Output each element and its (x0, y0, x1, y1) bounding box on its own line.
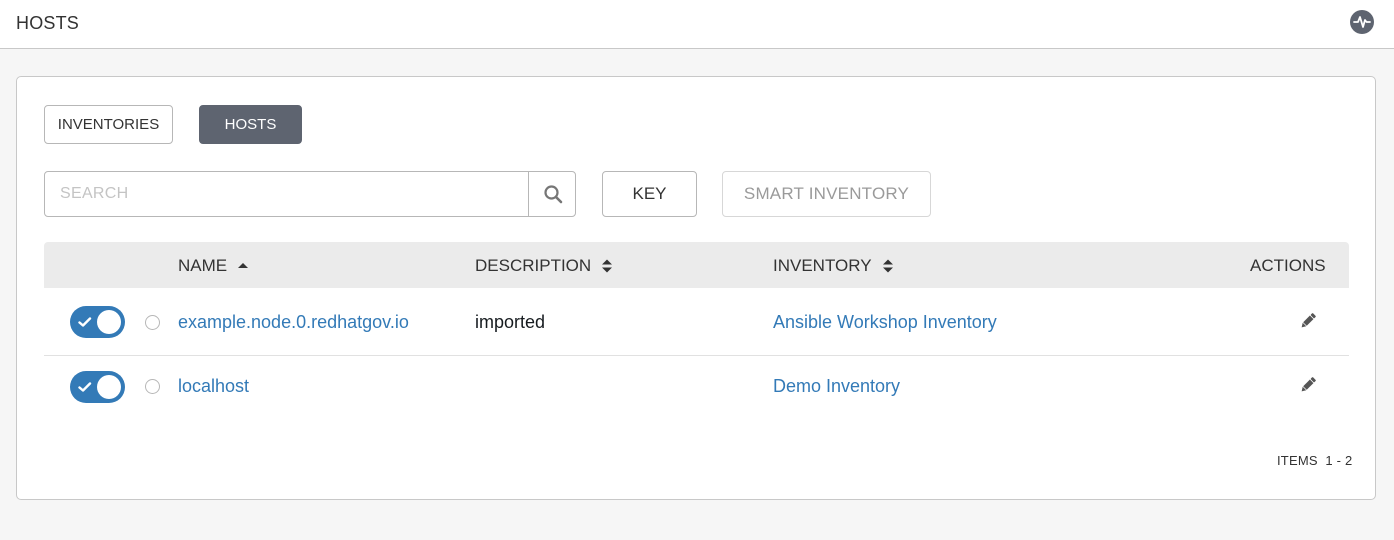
sort-icon (602, 259, 613, 273)
host-description: imported (475, 312, 546, 332)
check-icon (78, 382, 92, 392)
pagination-label: ITEMS (1277, 453, 1318, 468)
top-bar: HOSTS (0, 0, 1394, 49)
check-icon (78, 317, 92, 327)
host-inventory-link[interactable]: Demo Inventory (773, 376, 900, 397)
smart-inventory-button[interactable]: SMART INVENTORY (722, 171, 931, 217)
table-row: localhost Demo Inventory (44, 356, 1349, 418)
column-header-inventory-label: INVENTORY (773, 256, 872, 275)
hosts-panel: INVENTORIES HOSTS KEY SMART INVENTORY NA… (16, 76, 1376, 500)
search-button[interactable] (528, 172, 576, 216)
pencil-icon[interactable] (1298, 311, 1318, 331)
host-enabled-toggle[interactable] (70, 371, 125, 403)
host-name-link[interactable]: localhost (178, 376, 249, 397)
toggle-knob (97, 310, 121, 334)
search-icon (543, 185, 562, 204)
column-header-inventory[interactable]: INVENTORY (773, 256, 894, 276)
pagination-count: ITEMS 1 - 2 (1277, 453, 1352, 468)
page-title: HOSTS (16, 13, 80, 33)
activity-stream-icon[interactable] (1350, 10, 1374, 34)
host-inventory-link[interactable]: Ansible Workshop Inventory (773, 312, 997, 333)
table-header: NAME DESCRIPTION INVENTORY ACTIONS (44, 242, 1349, 288)
key-button[interactable]: KEY (602, 171, 697, 217)
table-row: example.node.0.redhatgov.io imported Ans… (44, 288, 1349, 356)
host-enabled-toggle[interactable] (70, 306, 125, 338)
column-header-name[interactable]: NAME (178, 256, 249, 276)
search-box (44, 171, 576, 217)
search-input[interactable] (45, 172, 527, 216)
tab-inventories[interactable]: INVENTORIES (44, 105, 173, 144)
host-name-link[interactable]: example.node.0.redhatgov.io (178, 312, 409, 333)
toggle-knob (97, 375, 121, 399)
column-header-name-label: NAME (178, 256, 228, 275)
column-header-actions: ACTIONS (1250, 256, 1326, 275)
tab-hosts[interactable]: HOSTS (199, 105, 302, 144)
host-status-dot (145, 315, 160, 330)
sort-icon (882, 259, 893, 273)
column-header-description[interactable]: DESCRIPTION (475, 256, 613, 276)
pencil-icon[interactable] (1298, 375, 1318, 395)
pagination-range: 1 - 2 (1325, 453, 1353, 468)
sort-ascending-icon (238, 263, 249, 268)
host-status-dot (145, 379, 160, 394)
column-header-description-label: DESCRIPTION (475, 256, 592, 275)
